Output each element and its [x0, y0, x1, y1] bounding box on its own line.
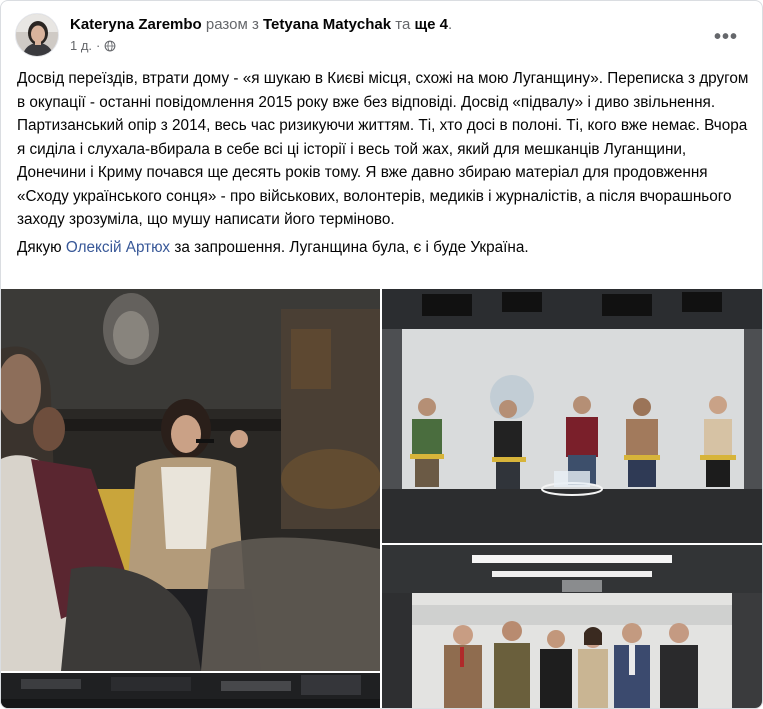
globe-icon[interactable]: [104, 40, 116, 52]
more-options-icon[interactable]: •••: [708, 19, 744, 55]
tagged-person-link[interactable]: Олексій Артюх: [66, 239, 170, 256]
others-link[interactable]: ще 4: [415, 16, 449, 33]
author-name[interactable]: Kateryna Zarembo: [70, 16, 202, 33]
photo-speaker[interactable]: [1, 289, 380, 671]
photo-grid: [1, 289, 762, 708]
post-meta: 1 д. ·: [70, 37, 116, 55]
coauthor-name[interactable]: Tetyana Matychak: [263, 16, 391, 33]
period: .: [448, 16, 453, 33]
photo-panel[interactable]: [382, 289, 762, 543]
photo-group[interactable]: [382, 545, 762, 708]
author-avatar[interactable]: [15, 13, 59, 57]
post-time[interactable]: 1 д.: [70, 37, 92, 55]
and-text: та: [395, 16, 411, 33]
post-header: Kateryna Zarembo разом з Tetyana Matycha…: [15, 11, 750, 61]
thanks-text: Дякую: [17, 238, 62, 256]
post-paragraph: Дякую Олексій Артюх за запрошення. Луган…: [17, 236, 752, 260]
meta-dot: ·: [96, 38, 101, 53]
thanks-rest: за запрошення. Луганщина була, є і буде …: [174, 238, 529, 256]
post-paragraph: Досвід переїздів, втрати дому - «я шукаю…: [17, 70, 749, 228]
author-line: Kateryna Zarembo разом з Tetyana Matycha…: [70, 15, 452, 35]
facebook-post: Kateryna Zarembo разом з Tetyana Matycha…: [0, 0, 763, 709]
post-body: Досвід переїздів, втрати дому - «я шукаю…: [17, 67, 752, 259]
with-text: разом з: [205, 16, 259, 33]
photo-bottom[interactable]: [1, 673, 380, 708]
